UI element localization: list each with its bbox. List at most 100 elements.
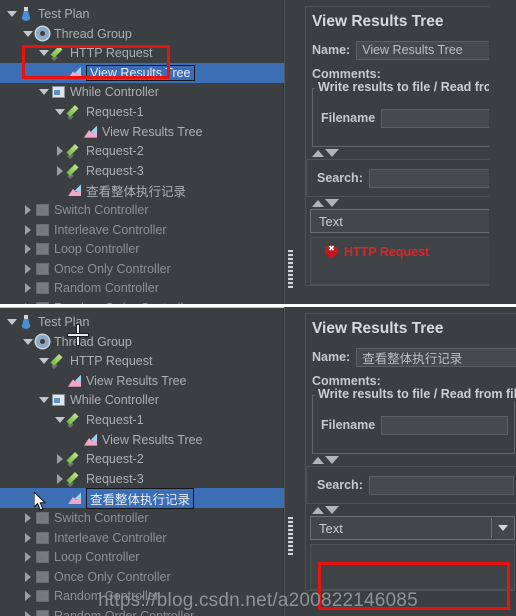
- tree-item-label: Switch Controller: [54, 511, 149, 525]
- expand-toggle-closed-icon[interactable]: [22, 200, 34, 220]
- expand-toggle-closed-icon[interactable]: [22, 567, 34, 587]
- arrow-up-icon[interactable]: [312, 506, 324, 514]
- expand-toggle-closed-icon[interactable]: [22, 259, 34, 279]
- collapse-arrows-1[interactable]: [306, 147, 489, 159]
- splitter-grip[interactable]: [288, 517, 293, 555]
- tree-item-label: 查看整体执行记录: [86, 184, 187, 199]
- expand-toggle-open-icon[interactable]: [22, 24, 34, 44]
- expand-toggle-closed-icon[interactable]: [54, 161, 66, 181]
- controller-icon: [50, 84, 67, 100]
- tree-item-view-results-tree[interactable]: View Results Tree: [0, 371, 284, 391]
- horizontal-splitter-bottom[interactable]: [284, 307, 298, 616]
- screenshot-bottom: Test Plan Thread Group HTTP Request View Re…: [0, 307, 516, 616]
- tree-item-loop-controller[interactable]: Loop Controller: [0, 547, 284, 567]
- arrow-down-icon[interactable]: [325, 506, 339, 514]
- tree-item-switch-controller[interactable]: Switch Controller: [0, 200, 284, 220]
- collapse-arrows-1[interactable]: [306, 454, 516, 466]
- expand-toggle-closed-icon[interactable]: [22, 606, 34, 616]
- name-input[interactable]: View Results Tree: [356, 40, 489, 60]
- render-type-value: Text: [319, 520, 343, 536]
- expand-toggle-closed-icon[interactable]: [22, 508, 34, 528]
- expand-toggle-closed-icon[interactable]: [22, 528, 34, 548]
- tree-item-request-2[interactable]: Request-2: [0, 449, 284, 469]
- test-plan-tree-top[interactable]: Test Plan Thread Group HTTP Request View Re…: [0, 0, 284, 304]
- expand-toggle-open-icon[interactable]: [38, 43, 50, 63]
- tree-item-label: While Controller: [70, 393, 159, 408]
- render-type-combo[interactable]: Text: [310, 209, 489, 233]
- tree-item-request-3[interactable]: Request-3: [0, 161, 284, 181]
- filename-input[interactable]: [381, 108, 489, 128]
- expand-toggle-closed-icon[interactable]: [54, 449, 66, 469]
- arrow-up-icon[interactable]: [312, 456, 324, 464]
- tree-item-test-plan[interactable]: Test Plan: [0, 312, 284, 332]
- expand-toggle-open-icon[interactable]: [6, 312, 18, 332]
- tree-item-request-1[interactable]: Request-1: [0, 102, 284, 122]
- pencil-icon: [66, 163, 83, 179]
- arrow-up-icon[interactable]: [312, 149, 324, 157]
- tree-item-http-request[interactable]: HTTP Request: [0, 351, 284, 371]
- result-list[interactable]: [310, 544, 515, 590]
- arrow-up-icon[interactable]: [312, 199, 324, 207]
- filename-input[interactable]: [381, 415, 508, 435]
- horizontal-splitter-top[interactable]: [284, 0, 298, 304]
- expand-toggle-open-icon[interactable]: [38, 82, 50, 102]
- tree-item-interleave-controller[interactable]: Interleave Controller: [0, 220, 284, 240]
- editor-content-bottom: View Results Tree Name: 查看整体执行记录 Comment…: [305, 313, 516, 591]
- test-plan-tree-bottom[interactable]: Test Plan Thread Group HTTP Request View Re…: [0, 307, 284, 616]
- tree-item-thread-group[interactable]: Thread Group: [0, 332, 284, 352]
- tree-item-label: View Results Tree: [86, 373, 187, 388]
- tree-item-random-controller[interactable]: Random Controller: [0, 586, 284, 606]
- expand-toggle-closed-icon[interactable]: [54, 141, 66, 161]
- tree-item-label: Request-2: [86, 452, 144, 467]
- expand-toggle-closed-icon[interactable]: [22, 220, 34, 240]
- tree-item-test-plan[interactable]: Test Plan: [0, 4, 284, 24]
- pencil-icon: [66, 412, 83, 428]
- tree-item-view-results-tree[interactable]: View Results Tree: [0, 430, 284, 450]
- tree-item-while-controller[interactable]: While Controller: [0, 390, 284, 410]
- expand-toggle-closed-icon[interactable]: [22, 586, 34, 606]
- tree-item-random-controller[interactable]: Random Controller: [0, 278, 284, 298]
- screenshot-top: Test Plan Thread Group HTTP Request View Re…: [0, 0, 516, 304]
- render-type-combo[interactable]: Text: [310, 516, 515, 540]
- tree-item-once-only-controller[interactable]: Once Only Controller: [0, 259, 284, 279]
- name-input[interactable]: 查看整体执行记录: [356, 347, 516, 367]
- result-list[interactable]: HTTP Request: [310, 237, 489, 285]
- controller-icon: [34, 588, 51, 604]
- search-input[interactable]: [368, 168, 489, 188]
- arrow-down-icon[interactable]: [325, 456, 339, 464]
- controller-icon: [34, 510, 51, 526]
- expand-toggle-open-icon[interactable]: [6, 4, 18, 24]
- tree-item-view-results-tree[interactable]: View Results Tree: [0, 122, 284, 142]
- tree-item-loop-controller[interactable]: Loop Controller: [0, 239, 284, 259]
- tree-item-view-results-tree[interactable]: View Results Tree: [0, 62, 284, 83]
- splitter-grip[interactable]: [288, 250, 293, 288]
- tree-item-request-2[interactable]: Request-2: [0, 141, 284, 161]
- tree-item-once-only-controller[interactable]: Once Only Controller: [0, 567, 284, 587]
- collapse-arrows-2[interactable]: [306, 197, 489, 209]
- expand-toggle-open-icon[interactable]: [54, 102, 66, 122]
- tree-item-http-request[interactable]: HTTP Request: [0, 43, 284, 63]
- search-input[interactable]: [368, 475, 514, 495]
- expand-toggle-open-icon[interactable]: [38, 351, 50, 371]
- expand-toggle-closed-icon[interactable]: [22, 239, 34, 259]
- tree-item-interleave-controller[interactable]: Interleave Controller: [0, 528, 284, 548]
- render-combo-wrap: Text: [306, 516, 516, 540]
- chevron-down-icon[interactable]: [491, 518, 514, 538]
- tree-item-request-3[interactable]: Request-3: [0, 469, 284, 489]
- expand-toggle-closed-icon[interactable]: [22, 278, 34, 298]
- tree-item-label: Interleave Controller: [54, 222, 167, 237]
- tree-item-[interactable]: 查看整体执行记录: [0, 180, 284, 200]
- arrow-down-icon[interactable]: [325, 199, 339, 207]
- expand-toggle-open-icon[interactable]: [54, 410, 66, 430]
- tree-item-request-1[interactable]: Request-1: [0, 410, 284, 430]
- result-entry-row[interactable]: HTTP Request: [311, 238, 489, 259]
- expand-toggle-closed-icon[interactable]: [54, 469, 66, 489]
- expand-toggle-open-icon[interactable]: [38, 390, 50, 410]
- tree-item-thread-group[interactable]: Thread Group: [0, 24, 284, 44]
- collapse-arrows-2[interactable]: [306, 504, 516, 516]
- expand-toggle-closed-icon[interactable]: [22, 547, 34, 567]
- arrow-down-icon[interactable]: [325, 149, 339, 157]
- tree-item-random-order-controller[interactable]: Random Order Controller: [0, 606, 284, 616]
- expand-toggle-open-icon[interactable]: [22, 332, 34, 352]
- tree-item-while-controller[interactable]: While Controller: [0, 82, 284, 102]
